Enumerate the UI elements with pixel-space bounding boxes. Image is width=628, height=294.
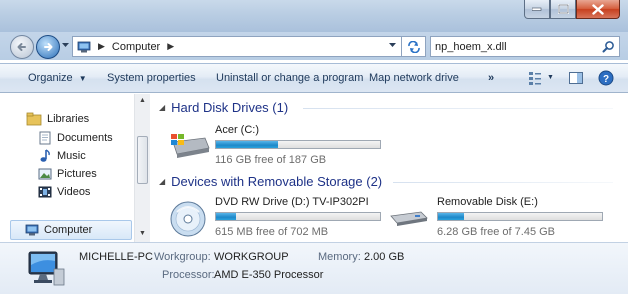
music-note-icon bbox=[40, 149, 50, 162]
collapse-triangle-icon: ◢ bbox=[159, 103, 166, 112]
group-header-hard-disk-drives[interactable]: ◢ Hard Disk Drives (1) bbox=[159, 100, 288, 115]
forward-arrow-icon bbox=[44, 43, 53, 51]
maximize-icon bbox=[557, 4, 569, 14]
scroll-up-icon[interactable]: ▲ bbox=[139, 97, 146, 104]
search-box[interactable] bbox=[430, 36, 620, 57]
drive-free-space: 6.28 GB free of 7.45 GB bbox=[437, 226, 556, 238]
drive-usage-fill bbox=[216, 141, 279, 148]
refresh-icon bbox=[407, 40, 420, 53]
content-pane: ◢ Hard Disk Drives (1) Acer (C:) 116 GB … bbox=[151, 94, 628, 242]
recent-pages-dropdown-icon[interactable] bbox=[62, 43, 70, 48]
pictures-icon bbox=[38, 168, 52, 180]
caption-buttons bbox=[524, 0, 620, 19]
sidebar-item-computer[interactable]: Computer bbox=[10, 220, 132, 240]
drive-name: Acer (C:) bbox=[215, 124, 259, 136]
documents-icon bbox=[39, 131, 51, 145]
group-divider bbox=[393, 182, 613, 183]
hard-drive-windows-icon bbox=[171, 134, 210, 158]
group-header-removable-storage[interactable]: ◢ Devices with Removable Storage (2) bbox=[159, 174, 382, 189]
address-row: ▶ Computer ▶ bbox=[0, 32, 628, 60]
memory-value: 2.00 GB bbox=[364, 251, 405, 263]
address-bar[interactable]: ▶ Computer ▶ bbox=[72, 36, 402, 57]
collapse-triangle-icon: ◢ bbox=[159, 177, 166, 186]
details-pane: MICHELLE-PC Workgroup: WORKGROUP Memory:… bbox=[0, 242, 628, 294]
drive-usage-bar bbox=[215, 212, 381, 221]
breadcrumb: ▶ Computer ▶ bbox=[77, 41, 177, 53]
processor-value: AMD E-350 Processor bbox=[214, 269, 324, 281]
change-view-icon[interactable] bbox=[528, 70, 544, 86]
processor-label: Processor: bbox=[162, 269, 215, 281]
sidebar-item-documents[interactable]: Documents bbox=[38, 131, 113, 145]
drive-name: Removable Disk (E:) bbox=[437, 196, 538, 208]
more-commands-button[interactable]: » bbox=[488, 72, 494, 84]
search-input[interactable] bbox=[435, 40, 595, 53]
computer-icon bbox=[25, 224, 39, 235]
help-icon[interactable]: ? bbox=[598, 70, 614, 86]
refresh-button[interactable] bbox=[402, 36, 426, 57]
drive-usage-bar bbox=[437, 212, 603, 221]
dvd-drive-icon bbox=[170, 201, 206, 237]
back-button[interactable] bbox=[10, 35, 34, 59]
navigation-scrollbar[interactable]: ▲ ▼ bbox=[134, 94, 150, 242]
chevron-down-icon: ▼ bbox=[78, 74, 87, 83]
breadcrumb-separator-icon[interactable]: ▶ bbox=[98, 41, 105, 52]
sidebar-item-music[interactable]: Music bbox=[38, 149, 86, 163]
maximize-button[interactable] bbox=[550, 0, 576, 19]
sidebar-item-label: Videos bbox=[57, 186, 91, 198]
navigation-pane: Libraries Documents Music Pictures Video… bbox=[0, 94, 150, 242]
sidebar-item-label: Documents bbox=[57, 132, 113, 144]
back-arrow-icon bbox=[17, 43, 26, 51]
workgroup-label: Workgroup: bbox=[154, 251, 211, 263]
computer-icon bbox=[77, 41, 91, 52]
memory-label: Memory: bbox=[318, 251, 361, 263]
sidebar-item-libraries[interactable]: Libraries bbox=[26, 112, 89, 126]
group-header-label: Devices with Removable Storage (2) bbox=[171, 174, 383, 189]
system-properties-button[interactable]: System properties bbox=[107, 72, 196, 84]
preview-pane-icon[interactable] bbox=[568, 70, 584, 86]
drive-usage-fill bbox=[438, 213, 465, 220]
drive-name: DVD RW Drive (D:) TV-IP302PI bbox=[215, 196, 369, 208]
organize-label: Organize bbox=[28, 72, 73, 84]
scroll-thumb[interactable] bbox=[137, 136, 148, 184]
workgroup-value: WORKGROUP bbox=[214, 251, 289, 263]
drive-d[interactable]: DVD RW Drive (D:) TV-IP302PI 615 MB free… bbox=[165, 194, 385, 240]
drive-c[interactable]: Acer (C:) 116 GB free of 187 GB bbox=[165, 122, 385, 168]
computer-name: MICHELLE-PC bbox=[79, 251, 153, 263]
close-button[interactable] bbox=[576, 0, 620, 19]
map-network-drive-button[interactable]: Map network drive bbox=[369, 72, 459, 84]
sidebar-item-label: Computer bbox=[44, 224, 93, 236]
forward-button[interactable] bbox=[36, 35, 60, 59]
address-history-dropdown-icon[interactable] bbox=[389, 43, 397, 48]
title-bar bbox=[0, 0, 628, 32]
search-icon[interactable] bbox=[602, 40, 615, 53]
drive-usage-bar bbox=[215, 140, 381, 149]
minimize-button[interactable] bbox=[524, 0, 550, 19]
drive-e[interactable]: Removable Disk (E:) 6.28 GB free of 7.45… bbox=[389, 194, 619, 240]
libraries-icon bbox=[26, 112, 42, 126]
close-icon bbox=[592, 3, 604, 15]
minimize-icon bbox=[532, 7, 542, 11]
sidebar-item-label: Libraries bbox=[47, 113, 90, 125]
uninstall-program-button[interactable]: Uninstall or change a program bbox=[216, 72, 363, 84]
computer-large-icon bbox=[28, 251, 65, 286]
group-header-label: Hard Disk Drives (1) bbox=[171, 100, 289, 115]
scroll-down-icon[interactable]: ▼ bbox=[139, 230, 146, 237]
sidebar-item-pictures[interactable]: Pictures bbox=[38, 167, 97, 181]
svg-text:?: ? bbox=[603, 74, 609, 85]
command-bar: Organize ▼ System properties Uninstall o… bbox=[0, 63, 628, 93]
group-divider bbox=[303, 108, 613, 109]
sidebar-item-label: Pictures bbox=[57, 168, 97, 180]
drive-free-space: 615 MB free of 702 MB bbox=[215, 226, 329, 238]
organize-menu[interactable]: Organize ▼ bbox=[28, 72, 87, 84]
drive-free-space: 116 GB free of 187 GB bbox=[215, 154, 327, 166]
sidebar-item-label: Music bbox=[57, 150, 86, 162]
drive-usage-fill bbox=[216, 213, 236, 220]
breadcrumb-separator-icon[interactable]: ▶ bbox=[167, 41, 174, 52]
videos-icon bbox=[38, 186, 52, 198]
sidebar-item-videos[interactable]: Videos bbox=[38, 185, 90, 199]
removable-disk-icon bbox=[390, 211, 428, 226]
breadcrumb-computer[interactable]: Computer bbox=[112, 41, 160, 53]
view-options-dropdown-icon[interactable]: ▼ bbox=[547, 74, 554, 81]
